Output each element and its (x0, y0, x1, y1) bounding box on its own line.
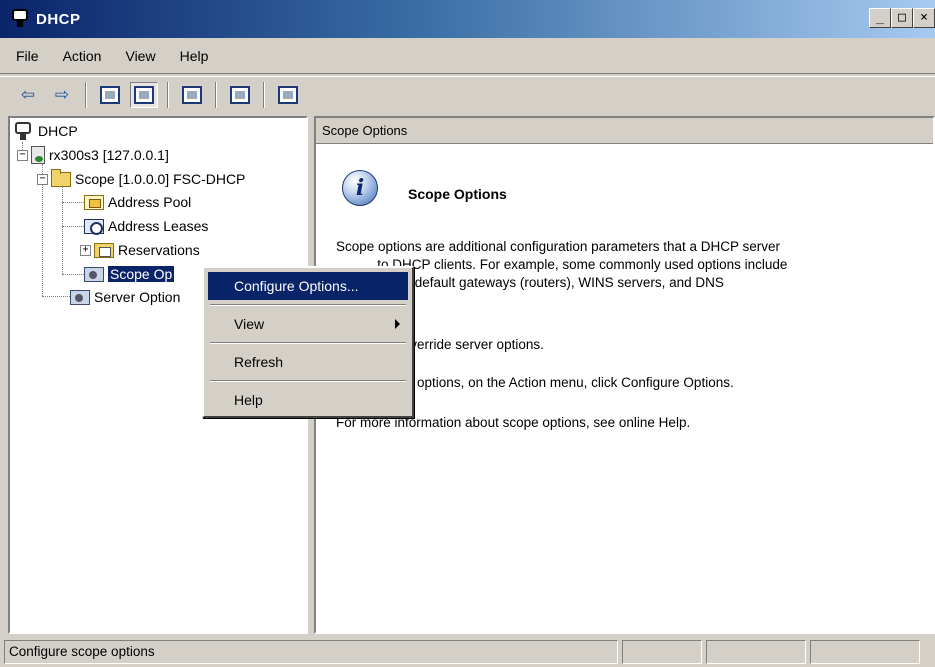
context-menu: Configure Options... View Refresh Help (202, 266, 414, 418)
address-pool-icon (84, 194, 104, 210)
details-header: Scope Options (316, 118, 933, 144)
window-controls: _ □ × (869, 8, 935, 28)
override-note: ons override server options. (336, 337, 544, 352)
toolbar-separator (167, 81, 169, 108)
collapse-icon[interactable]: − (37, 173, 48, 185)
tree-connector (42, 296, 70, 297)
server-manage-icon[interactable] (274, 82, 302, 108)
scope-options-icon (84, 266, 104, 282)
dhcp-app-icon (10, 9, 32, 29)
tree-item-label: rx300s3 [127.0.0.1] (49, 147, 169, 163)
up-level-icon[interactable] (96, 82, 124, 108)
title-bar[interactable]: DHCP _ □ × (0, 0, 935, 38)
scope-folder-icon (51, 168, 71, 187)
tree-item-label: Reservations (118, 242, 200, 258)
menu-item-configure-options[interactable]: Configure Options... (208, 272, 408, 300)
tree-item-address-pool[interactable]: Address Pool (84, 191, 191, 213)
info-title: Scope Options (408, 186, 507, 202)
submenu-arrow-icon (395, 319, 400, 329)
refresh-icon[interactable] (178, 82, 206, 108)
status-text: Configure scope options (4, 640, 618, 664)
show-hide-tree-icon[interactable] (130, 81, 158, 108)
status-panel (622, 640, 702, 664)
tree-item-label: Scope [1.0.0.0] FSC-DHCP (75, 171, 246, 187)
back-icon[interactable]: ⇦ (14, 82, 42, 108)
description-line: to DHCP clients. For example, some commo… (336, 257, 788, 272)
menu-view[interactable]: View (125, 48, 155, 64)
help-icon[interactable] (226, 82, 254, 108)
address-leases-icon (84, 218, 104, 235)
tree-item-server[interactable]: − rx300s3 [127.0.0.1] (17, 144, 169, 166)
tree-item-label: Address Leases (108, 218, 209, 234)
server-icon (31, 146, 45, 164)
tree-connector (62, 186, 63, 274)
tree-item-reservations[interactable]: + Reservations (80, 239, 200, 261)
forward-icon[interactable]: ⇨ (48, 82, 76, 108)
tree-item-scope-options[interactable]: Scope Op (84, 263, 175, 285)
menu-bar: File Action View Help (0, 38, 935, 74)
window-title: DHCP (36, 10, 81, 28)
description-line: Scope options are additional configurati… (336, 239, 780, 254)
toolbar-separator (215, 81, 217, 108)
tree-connector (62, 226, 84, 227)
tree-connector (62, 274, 84, 275)
menu-item-help[interactable]: Help (208, 386, 408, 414)
minimize-button[interactable]: _ (869, 8, 891, 28)
tree-item-label: Address Pool (108, 194, 192, 210)
reservations-icon (94, 242, 114, 258)
tree-item-address-leases[interactable]: Address Leases (84, 215, 208, 237)
tree-item-scope[interactable]: − Scope [1.0.0.0] FSC-DHCP (37, 168, 245, 190)
menu-help[interactable]: Help (180, 48, 209, 64)
toolbar-separator (85, 81, 87, 108)
status-bar: Configure scope options (0, 638, 935, 667)
description-line: es for default gateways (routers), WINS … (336, 275, 724, 290)
tree-item-dhcp[interactable]: DHCP (14, 120, 78, 142)
tree-connector (62, 202, 84, 203)
collapse-icon[interactable]: − (17, 149, 28, 161)
info-icon: i (342, 170, 378, 206)
menu-item-refresh[interactable]: Refresh (208, 348, 408, 376)
maximize-button[interactable]: □ (891, 8, 913, 28)
menu-separator (210, 304, 406, 306)
tree-item-label: DHCP (38, 123, 78, 139)
expand-icon[interactable]: + (80, 244, 91, 256)
status-panel (706, 640, 806, 664)
tree-item-server-options[interactable]: Server Option (70, 286, 180, 308)
menu-separator (210, 342, 406, 344)
tree-item-label: Server Option (94, 289, 181, 305)
server-options-icon (70, 289, 90, 305)
menu-file[interactable]: File (16, 48, 39, 64)
toolbar: ⇦ ⇨ (0, 76, 935, 112)
close-button[interactable]: × (913, 8, 935, 28)
dhcp-icon (14, 122, 34, 140)
status-panel (810, 640, 920, 664)
tree-item-label: Scope Op (108, 266, 175, 282)
menu-item-view[interactable]: View (208, 310, 408, 338)
menu-item-label: View (234, 316, 265, 332)
menu-action[interactable]: Action (63, 48, 102, 64)
configure-note: scope options, on the Action menu, click… (336, 375, 734, 390)
menu-separator (210, 380, 406, 382)
help-note: For more information about scope options… (336, 415, 691, 430)
toolbar-separator (263, 81, 265, 108)
description-paragraph: Scope options are additional configurati… (336, 238, 916, 292)
